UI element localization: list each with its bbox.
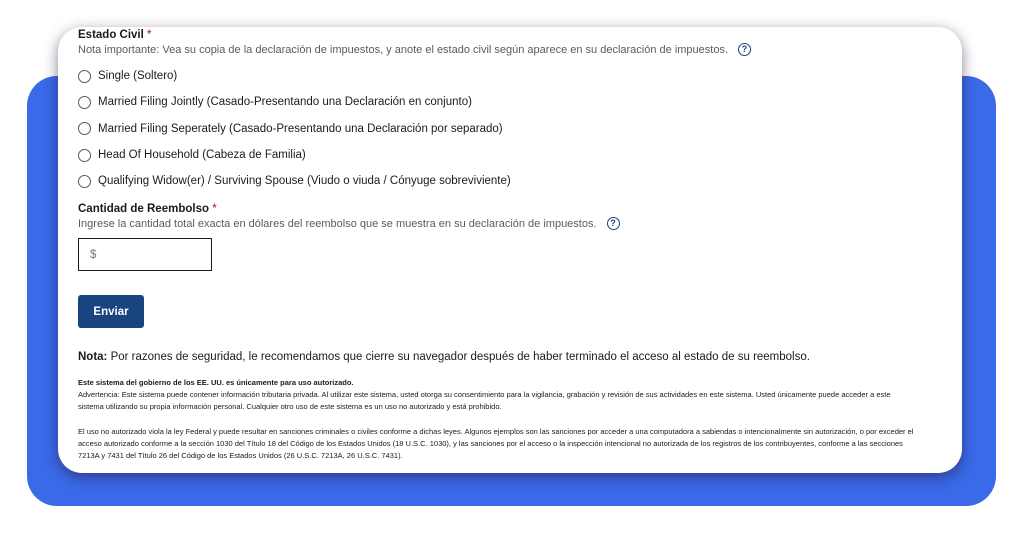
radio-label: Married Filing Seperately (Casado-Presen… xyxy=(98,122,503,135)
legal-penalties: El uso no autorizado viola la ley Federa… xyxy=(78,426,914,461)
marital-status-label: Estado Civil * xyxy=(78,29,958,41)
radio-label: Single (Soltero) xyxy=(98,70,178,83)
radio-option-qualifying-widow[interactable]: Qualifying Widow(er) / Surviving Spouse … xyxy=(78,168,511,194)
note-prefix: Nota: xyxy=(78,351,108,363)
radio-button[interactable] xyxy=(78,69,91,83)
refund-label-text: Cantidad de Reembolso xyxy=(78,203,209,215)
radio-button[interactable] xyxy=(78,174,91,188)
radio-button[interactable] xyxy=(78,95,91,109)
radio-option-head-of-household[interactable]: Head Of Household (Cabeza de Familia) xyxy=(78,142,511,168)
radio-label: Head Of Household (Cabeza de Familia) xyxy=(98,149,306,162)
required-mark: * xyxy=(212,203,217,215)
required-mark: * xyxy=(147,29,152,41)
legal-notice: Este sistema del gobierno de los EE. UU.… xyxy=(78,377,918,462)
submit-wrapper: Enviar xyxy=(78,295,144,328)
form-card: Estado Civil * Nota importante: Vea su c… xyxy=(58,27,962,473)
help-icon[interactable]: ? xyxy=(738,43,752,56)
note-text: Por razones de seguridad, le recomendamo… xyxy=(107,351,810,363)
marital-status-group: Estado Civil * Nota importante: Vea su c… xyxy=(78,29,958,56)
legal-title: Este sistema del gobierno de los EE. UU.… xyxy=(78,378,354,387)
refund-amount-input[interactable]: $ xyxy=(78,238,212,271)
radio-label: Qualifying Widow(er) / Surviving Spouse … xyxy=(98,175,511,188)
radio-button[interactable] xyxy=(78,148,91,162)
refund-amount-field[interactable]: $ xyxy=(78,238,212,271)
security-note: Nota: Por razones de seguridad, le recom… xyxy=(78,351,958,363)
radio-button[interactable] xyxy=(78,122,91,136)
refund-label: Cantidad de Reembolso * xyxy=(78,203,958,215)
radio-label: Married Filing Jointly (Casado-Presentan… xyxy=(98,96,472,109)
refund-group: Cantidad de Reembolso * Ingrese la canti… xyxy=(78,203,958,230)
refund-hint: Ingrese la cantidad total exacta en dóla… xyxy=(78,217,958,230)
radio-option-married-jointly[interactable]: Married Filing Jointly (Casado-Presentan… xyxy=(78,89,511,115)
marital-status-options: Single (Soltero) Married Filing Jointly … xyxy=(78,63,511,194)
currency-prefix: $ xyxy=(90,248,97,261)
help-icon[interactable]: ? xyxy=(606,217,620,230)
marital-status-label-text: Estado Civil xyxy=(78,29,144,41)
refund-hint-text: Ingrese la cantidad total exacta en dóla… xyxy=(78,217,597,230)
legal-warning: Advertencia: Este sistema puede contener… xyxy=(78,390,891,412)
submit-button[interactable]: Enviar xyxy=(78,295,144,328)
radio-option-single[interactable]: Single (Soltero) xyxy=(78,63,511,89)
marital-status-hint: Nota importante: Vea su copia de la decl… xyxy=(78,43,958,56)
radio-option-married-separately[interactable]: Married Filing Seperately (Casado-Presen… xyxy=(78,116,511,142)
marital-status-hint-text: Nota importante: Vea su copia de la decl… xyxy=(78,43,729,56)
